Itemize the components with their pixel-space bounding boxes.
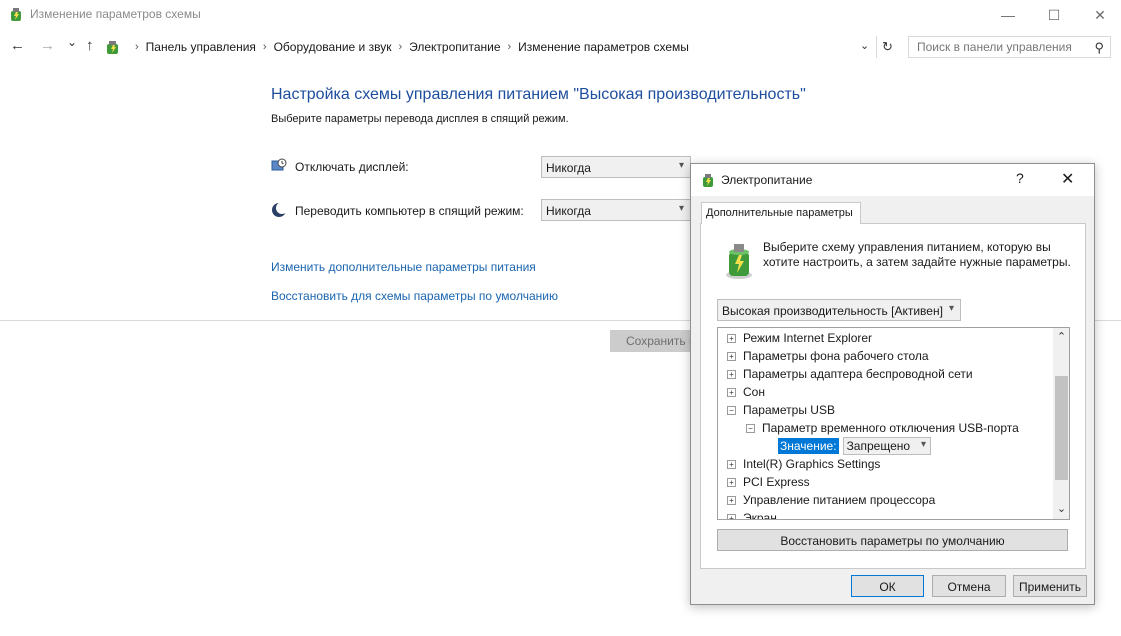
power-options-icon (11, 8, 21, 21)
scroll-down-icon[interactable]: ⌄ (1053, 502, 1069, 515)
breadcrumb-control-panel[interactable]: Панель управления (146, 40, 256, 54)
tree-item-intel-graphics[interactable]: + Intel(R) Graphics Settings (727, 455, 880, 473)
power-plan-value: Высокая производительность [Активен] (722, 304, 943, 318)
tree-item-pci-express[interactable]: + PCI Express (727, 473, 810, 491)
breadcrumb-hardware-sound[interactable]: Оборудование и звук (274, 40, 392, 54)
breadcrumb-power-options[interactable]: Электропитание (409, 40, 500, 54)
tree-item-label: Управление питанием процессора (743, 493, 936, 507)
sleep-moon-icon (272, 202, 287, 217)
tree-item-desktop-background[interactable]: + Параметры фона рабочего стола (727, 347, 929, 365)
tree-item-label: Параметры USB (743, 403, 835, 417)
dialog-close-icon[interactable]: ✕ (1061, 169, 1074, 189)
breadcrumb-separator[interactable]: › (263, 41, 267, 53)
display-clock-icon (271, 158, 287, 171)
breadcrumb-edit-plan[interactable]: Изменение параметров схемы (518, 40, 689, 54)
maximize-button[interactable]: ☐ (1031, 0, 1077, 30)
tree-item-usb-settings[interactable]: − Параметры USB (727, 401, 835, 419)
tab-advanced-settings[interactable]: Дополнительные параметры (701, 202, 861, 224)
page-subtitle: Выберите параметры перевода дисплея в сп… (271, 113, 569, 125)
setting-value-label: Значение: (778, 438, 839, 454)
display-off-label: Отключать дисплей: (295, 160, 409, 174)
search-icon[interactable]: ⚲ (1094, 40, 1104, 56)
refresh-icon[interactable]: ↻ (876, 36, 898, 58)
close-button[interactable]: ✕ (1077, 0, 1121, 30)
tree-item-processor-power[interactable]: + Управление питанием процессора (727, 491, 935, 509)
chevron-down-icon: ▾ (948, 303, 954, 314)
title-bar: Изменение параметров схемы — ☐ ✕ (0, 0, 1121, 30)
chevron-down-icon: ▾ (678, 203, 684, 214)
expand-icon[interactable]: + (727, 477, 736, 487)
up-arrow-icon[interactable]: ↑ (86, 37, 94, 54)
expand-icon[interactable]: + (727, 387, 736, 397)
expand-icon[interactable]: + (727, 459, 736, 469)
help-icon[interactable]: ? (1016, 170, 1024, 186)
cancel-button[interactable]: Отмена (932, 575, 1006, 597)
tree-item-label: Параметр временного отключения USB-порта (762, 421, 1019, 435)
tree-item-internet-explorer[interactable]: + Режим Internet Explorer (727, 329, 872, 347)
display-off-select[interactable]: Никогда ▾ (541, 156, 691, 178)
navigation-bar: ← → ⌄ ↑ › Панель управления › Оборудован… (0, 34, 1121, 60)
tree-item-display[interactable]: + Экран (727, 509, 777, 520)
search-input[interactable]: Поиск в панели управления ⚲ (908, 36, 1111, 58)
ok-button[interactable]: ОК (851, 575, 924, 597)
breadcrumb-separator[interactable]: › (508, 41, 512, 53)
expand-icon[interactable]: + (727, 369, 736, 379)
tree-item-label: PCI Express (743, 475, 810, 489)
display-off-value: Никогда (546, 161, 591, 175)
restore-defaults-link[interactable]: Восстановить для схемы параметры по умол… (271, 289, 558, 303)
apply-button[interactable]: Применить (1013, 575, 1087, 597)
tree-item-label: Параметры фона рабочего стола (743, 349, 929, 363)
collapse-icon[interactable]: − (727, 405, 736, 415)
tree-item-sleep[interactable]: + Сон (727, 383, 765, 401)
tree-item-label: Intel(R) Graphics Settings (743, 457, 881, 471)
dialog-description: Выберите схему управления питанием, кото… (763, 240, 1071, 269)
advanced-settings-panel: Выберите схему управления питанием, кото… (700, 223, 1086, 569)
tree-item-wireless-adapter[interactable]: + Параметры адаптера беспроводной сети (727, 365, 973, 383)
sleep-label: Переводить компьютер в спящий режим: (295, 204, 524, 218)
tree-item-label: Сон (743, 385, 765, 399)
address-bar[interactable]: › Панель управления › Оборудование и зву… (104, 36, 870, 58)
power-options-dialog: Электропитание ? ✕ Дополнительные параме… (690, 163, 1095, 605)
collapse-icon[interactable]: − (746, 423, 755, 433)
expand-icon[interactable]: + (727, 333, 736, 343)
tree-item-usb-selective-suspend[interactable]: − Параметр временного отключения USB-пор… (746, 419, 1019, 437)
page-title: Настройка схемы управления питанием "Выс… (271, 86, 806, 103)
power-options-icon (703, 174, 713, 187)
tree-item-setting-value: Значение: Запрещено ▾ (778, 437, 932, 455)
search-placeholder: Поиск в панели управления (917, 40, 1072, 54)
address-dropdown-chevron-icon[interactable]: ⌄ (860, 39, 869, 52)
expand-icon[interactable]: + (727, 513, 736, 519)
expand-icon[interactable]: + (727, 351, 736, 361)
window-title: Изменение параметров схемы (30, 7, 201, 21)
restore-plan-defaults-button[interactable]: Восстановить параметры по умолчанию (717, 529, 1068, 551)
tree-item-label: Экран (743, 511, 777, 520)
scroll-up-icon[interactable]: ⌃ (1053, 330, 1069, 343)
expand-icon[interactable]: + (727, 495, 736, 505)
battery-plug-icon (726, 244, 752, 279)
minimize-button[interactable]: — (985, 0, 1031, 30)
tree-item-label: Параметры адаптера беспроводной сети (743, 367, 973, 381)
save-button[interactable]: Сохранить изменения (610, 330, 700, 352)
advanced-settings-link[interactable]: Изменить дополнительные параметры питани… (271, 260, 536, 274)
chevron-down-icon: ▾ (921, 439, 927, 450)
dialog-title-bar: Электропитание ? ✕ (691, 164, 1094, 196)
back-arrow-icon[interactable]: ← (10, 37, 25, 54)
breadcrumb-separator[interactable]: › (398, 41, 402, 53)
sleep-value: Никогда (546, 204, 591, 218)
dialog-title: Электропитание (721, 173, 813, 187)
breadcrumb-separator: › (135, 41, 139, 53)
recent-locations-chevron-icon[interactable]: ⌄ (67, 35, 77, 49)
setting-value-select[interactable]: Запрещено ▾ (842, 437, 932, 455)
setting-value-selected: Запрещено (846, 439, 911, 453)
forward-arrow-icon[interactable]: → (40, 37, 55, 54)
chevron-down-icon: ▾ (678, 160, 684, 171)
settings-tree[interactable]: + Режим Internet Explorer + Параметры фо… (717, 327, 1070, 520)
scrollbar-thumb[interactable] (1055, 376, 1068, 480)
control-panel-icon (107, 41, 118, 54)
tree-scrollbar[interactable]: ⌃ ⌄ (1053, 328, 1069, 519)
power-plan-select[interactable]: Высокая производительность [Активен] ▾ (717, 299, 961, 321)
sleep-select[interactable]: Никогда ▾ (541, 199, 691, 221)
tree-item-label: Режим Internet Explorer (743, 331, 873, 345)
